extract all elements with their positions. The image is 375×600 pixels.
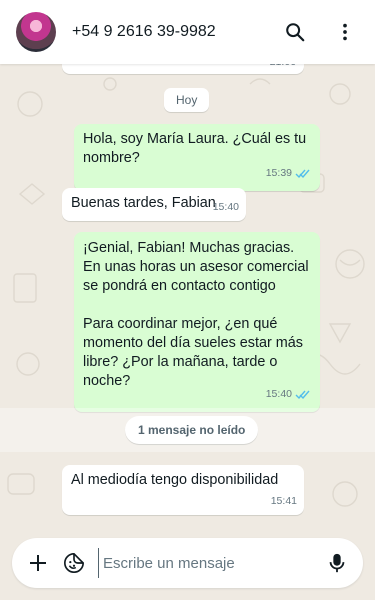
sticker-icon <box>64 553 84 573</box>
message-outgoing[interactable]: ¡Genial, Fabian! Muchas gracias. En unas… <box>74 232 320 412</box>
read-ticks-icon <box>295 390 310 400</box>
avatar[interactable] <box>16 12 56 52</box>
partial-message[interactable]: 21:06 <box>62 64 304 74</box>
contact-name[interactable]: +54 9 2616 39-9982 <box>72 23 263 41</box>
more-vert-icon <box>343 23 347 41</box>
message-incoming[interactable]: Al mediodía tengo disponibilidad 15:41 <box>62 465 304 515</box>
search-icon <box>286 23 305 42</box>
sticker-button[interactable] <box>56 545 92 581</box>
message-input[interactable] <box>98 548 319 578</box>
read-ticks-icon <box>295 169 310 179</box>
voice-button[interactable] <box>319 545 355 581</box>
message-text: Al mediodía tengo disponibilidad <box>71 472 279 488</box>
message-incoming[interactable]: Buenas tardes, Fabian 15:40 <box>62 188 246 221</box>
chat-area[interactable]: 21:06 Hoy Hola, soy María Laura. ¿Cuál e… <box>0 64 375 536</box>
message-composer <box>12 538 363 588</box>
plus-icon <box>30 555 46 571</box>
unread-divider: 1 mensaje no leído <box>125 416 259 444</box>
message-time: 15:40 <box>265 388 292 400</box>
message-text: ¡Genial, Fabian! Muchas gracias. En unas… <box>83 240 309 294</box>
date-divider: Hoy <box>164 88 210 112</box>
search-button[interactable] <box>277 14 313 50</box>
attach-button[interactable] <box>20 545 56 581</box>
message-text: Hola, soy María Laura. ¿Cuál es tu nombr… <box>83 131 307 166</box>
chat-header: +54 9 2616 39-9982 <box>0 0 375 64</box>
menu-button[interactable] <box>327 14 363 50</box>
message-text: Para coordinar mejor, ¿en qué momento de… <box>83 316 303 389</box>
message-text: Buenas tardes, Fabian <box>71 195 216 211</box>
message-time: 15:41 <box>270 495 297 507</box>
message-time: 21:06 <box>270 64 296 72</box>
message-time: 15:40 <box>212 201 239 213</box>
mic-icon <box>329 553 345 573</box>
message-time: 15:39 <box>265 167 292 179</box>
message-outgoing[interactable]: Hola, soy María Laura. ¿Cuál es tu nombr… <box>74 124 320 191</box>
